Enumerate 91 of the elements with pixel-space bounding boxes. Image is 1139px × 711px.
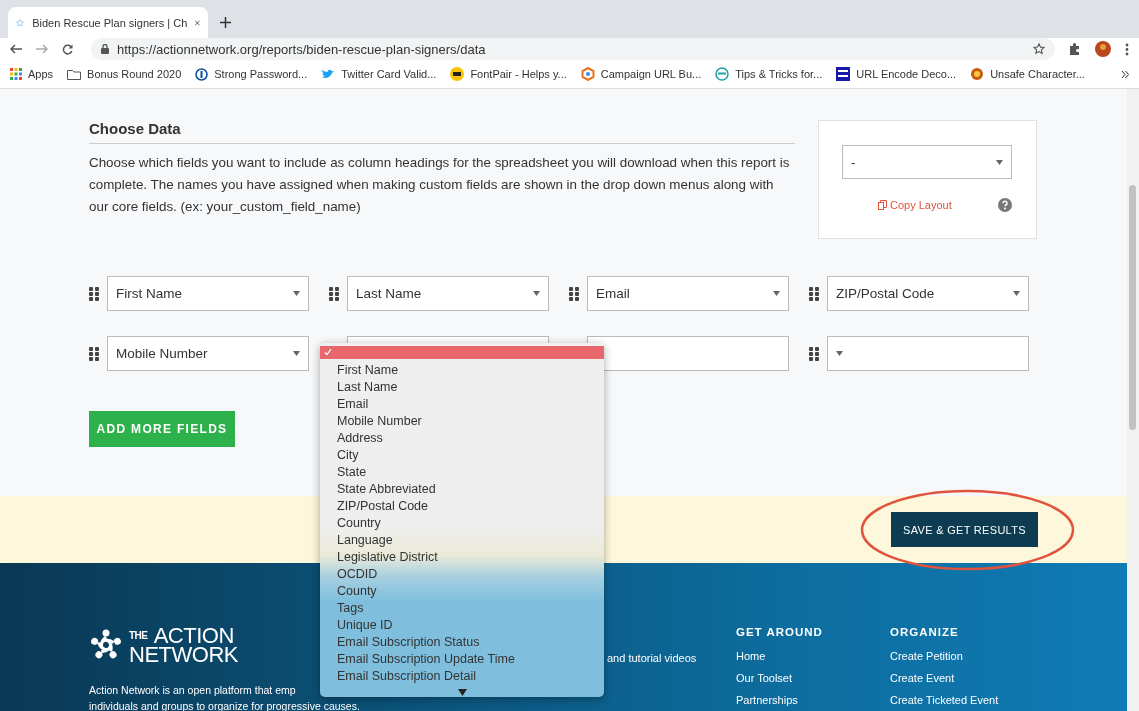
help-icon[interactable] [998,198,1012,212]
bookmark[interactable]: Campaign URL Bu... [580,67,702,81]
field-select[interactable]: Mobile Number [107,336,309,371]
footer-link[interactable]: Create Ticketed Event [890,694,999,706]
font-pair-icon [450,67,465,81]
dropdown-option[interactable]: Email Subscription Detail [320,667,604,684]
new-tab-icon[interactable] [220,16,231,28]
caret-icon [773,291,780,296]
tab-title: Biden Rescue Plan signers | Ch [32,16,188,29]
drag-handle-icon[interactable] [809,346,819,361]
browser-tab[interactable]: Biden Rescue Plan signers | Ch [8,7,208,38]
reload-icon[interactable] [62,43,73,55]
field-select[interactable] [587,336,789,371]
lock-circle-icon [195,67,209,81]
apps-grid-icon [10,68,22,80]
avatar-icon[interactable] [1095,41,1111,57]
dropdown-option[interactable]: Country [320,514,604,531]
footer-heading: ORGANIZE [890,626,960,638]
check-icon [324,348,332,356]
more-bookmarks-icon[interactable] [1122,70,1129,78]
drag-handle-icon[interactable] [89,346,99,361]
close-icon[interactable] [195,18,200,27]
footer-link[interactable]: Create Event [890,672,999,684]
footer-link[interactable]: Home [736,650,823,662]
copy-icon [878,200,887,210]
field-select[interactable]: Last Name [347,276,549,311]
bookmark[interactable]: URL Encode Deco... [836,67,957,81]
bird-icon [321,68,336,80]
address-bar[interactable]: https://actionnetwork.org/reports/biden-rescue-plan-signers/data [91,38,1055,60]
footer-heading: GET AROUND [736,626,823,638]
folder-icon [67,68,82,80]
lock-icon [101,44,109,54]
square-logo-icon [836,67,851,81]
save-results-button[interactable]: SAVE & GET RESULTS [891,512,1038,547]
drag-handle-icon[interactable] [89,286,99,301]
ring-icon [715,67,730,81]
layout-select[interactable]: - [842,145,1012,179]
dropdown-option[interactable]: Email Subscription Update Time [320,650,604,667]
field-select[interactable] [827,336,1029,371]
caret-icon [996,159,1003,165]
dropdown-option[interactable]: Last Name [320,378,604,395]
drag-handle-icon[interactable] [569,286,579,301]
hexagon-icon [580,67,595,81]
bookmark[interactable]: Tips & Tricks for... [715,67,823,81]
dropdown-option[interactable]: First Name [320,361,604,378]
bookmark[interactable]: Apps [10,68,54,80]
footer-link[interactable]: Our Toolset [736,672,823,684]
scroll-down-arrow-icon[interactable] [457,689,467,696]
back-icon[interactable] [10,44,22,54]
dropdown-option[interactable]: County [320,582,604,599]
caret-icon [836,351,843,356]
about-text: Action Network is an open platform that emp [89,684,296,696]
bookmark[interactable]: Twitter Card Valid... [321,68,437,80]
bookmark[interactable]: Unsafe Character... [970,67,1085,81]
dropdown-option[interactable]: Tags [320,599,604,616]
dropdown-option[interactable]: Address [320,429,604,446]
caret-icon [533,291,540,296]
field-select[interactable]: Email [587,276,789,311]
menu-icon[interactable] [1125,42,1129,56]
bookmark-star-icon[interactable] [1033,43,1045,55]
footer-link[interactable]: Partnerships [736,694,823,706]
dropdown-option[interactable]: State Abbreviated [320,480,604,497]
caret-icon [293,351,300,356]
footer-link[interactable]: Create Petition [890,650,999,662]
logo-text: THE ACTION NETWORK [129,626,238,664]
dropdown-option[interactable]: Email [320,395,604,412]
puzzle-icon[interactable] [1069,43,1081,55]
dropdown-option[interactable]: Mobile Number [320,412,604,429]
field-select[interactable]: ZIP/Postal Code [827,276,1029,311]
dropdown-option[interactable]: Email Subscription Status [320,633,604,650]
bookmark[interactable]: Bonus Round 2020 [67,68,182,80]
sun-icon [970,67,985,81]
bookmark[interactable]: Strong Password... [195,67,308,81]
drag-handle-icon[interactable] [329,286,339,301]
field-select[interactable]: First Name [107,276,309,311]
dropdown-option[interactable]: City [320,446,604,463]
caret-icon [293,291,300,296]
dropdown-option[interactable]: ZIP/Postal Code [320,497,604,514]
copy-layout-link[interactable]: Copy Layout [878,199,952,211]
caret-icon [1013,291,1020,296]
drag-handle-icon[interactable] [809,286,819,301]
dropdown-option[interactable]: State [320,463,604,480]
dropdown-option[interactable]: OCDID [320,565,604,582]
bookmark[interactable]: FontPair - Helps y... [450,67,567,81]
section-heading: Choose Data [89,120,795,144]
scrollbar[interactable] [1127,89,1139,711]
dropdown-option[interactable]: Legislative District [320,548,604,565]
dropdown-option[interactable]: Language [320,531,604,548]
dropdown-option[interactable]: Unique ID [320,616,604,633]
footer-text: and tutorial videos [607,652,697,664]
section-description: Choose which fields you want to include as column headings for the spreadsheet you will download when this report is complete. The names you have assigned when making custom fields are shown in the drop down menus along with our core fields. (ex: your_custom_field_name) [89,154,791,216]
